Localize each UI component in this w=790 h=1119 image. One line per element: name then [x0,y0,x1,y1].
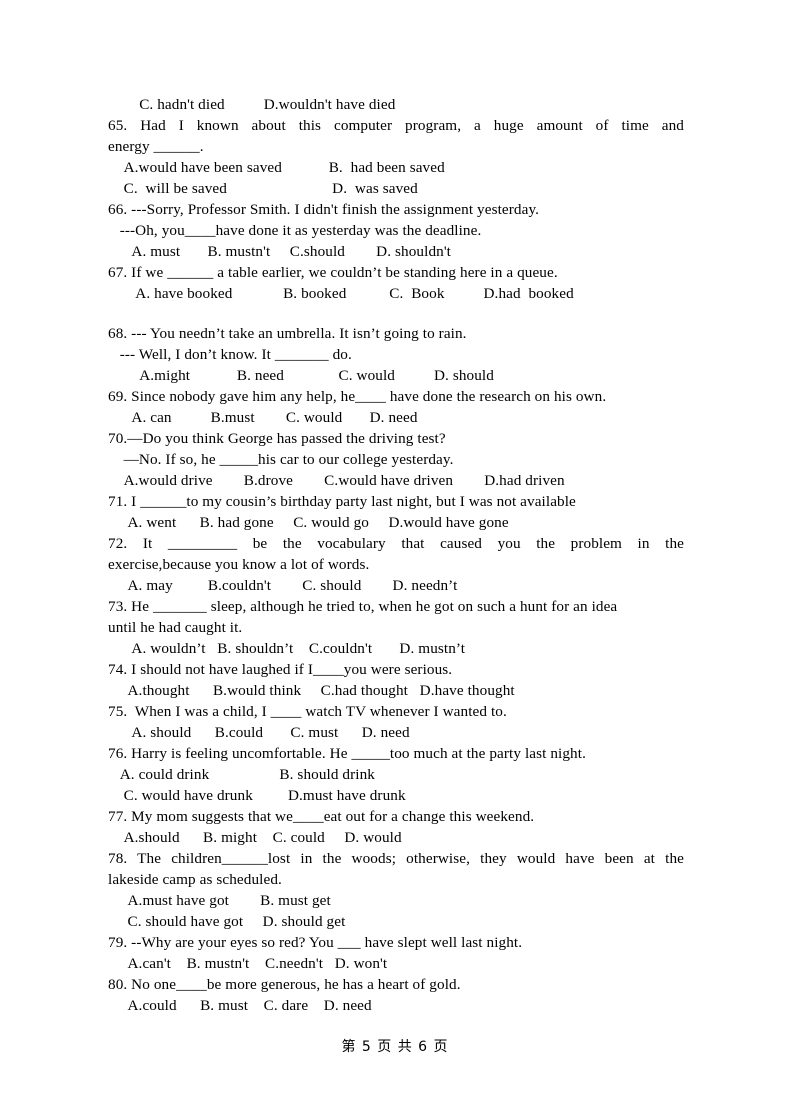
q70-stem-1: 70.—Do you think George has passed the d… [108,430,446,447]
q70-options: A.would drive B.drove C.would have drive… [108,472,565,489]
q73-stem-2: until he had caught it. [108,619,243,636]
q78-options-ab: A.must have got B. must get [108,892,331,909]
q76-options-ab: A. could drink B. should drink [108,766,375,783]
q78-stem-1: 78. The children______lost in the woods;… [108,850,684,867]
q77-options: A.should B. might C. could D. would [108,829,402,846]
q69-stem: 69. Since nobody gave him any help, he__… [108,388,607,405]
q67-stem: 67. If we ______ a table earlier, we cou… [108,264,558,281]
q77-stem: 77. My mom suggests that we____eat out f… [108,808,535,825]
q64-options-cd: C. hadn't died D.wouldn't have died [108,96,396,113]
q74-options: A.thought B.would think C.had thought D.… [108,682,515,699]
q76-options-cd: C. would have drunk D.must have drunk [108,787,406,804]
q65-options-ab: A.would have been saved B. had been save… [108,159,445,176]
q72-options: A. may B.couldn't C. should D. needn’t [108,577,458,594]
q80-stem: 80. No one____be more generous, he has a… [108,976,461,993]
q79-options: A.can't B. mustn't C.needn't D. won't [108,955,388,972]
q68-stem-1: 68. --- You needn’t take an umbrella. It… [108,325,467,342]
q68-stem-2: --- Well, I don’t know. It _______ do. [108,346,352,363]
q65-stem-2: energy ______. [108,138,204,155]
q73-options: A. wouldn’t B. shouldn’t C.couldn't D. m… [108,640,466,657]
q73-stem-1: 73. He _______ sleep, although he tried … [108,598,618,615]
q65-stem-1: 65. Had I known about this computer prog… [108,117,684,134]
q72-stem-1: 72. It _________ be the vocabulary that … [108,535,684,552]
q75-stem: 75. When I was a child, I ____ watch TV … [108,703,507,720]
q65-options-cd: C. will be saved D. was saved [108,180,418,197]
q80-options: A.could B. must C. dare D. need [108,997,372,1014]
q66-stem-2: ---Oh, you____have done it as yesterday … [108,222,482,239]
q74-stem: 74. I should not have laughed if I____yo… [108,661,453,678]
question-list: C. hadn't died D.wouldn't have died 65. H… [108,94,684,1016]
q66-options: A. must B. mustn't C.should D. shouldn't [108,243,451,260]
q72-stem-2: exercise,because you know a lot of words… [108,556,370,573]
q66-stem-1: 66. ---Sorry, Professor Smith. I didn't … [108,201,540,218]
page-footer: 第 5 页 共 6 页 [341,1039,449,1055]
q70-stem-2: —No. If so, he _____his car to our colle… [108,451,454,468]
q69-options: A. can B.must C. would D. need [108,409,418,426]
q75-options: A. should B.could C. must D. need [108,724,410,741]
q76-stem: 76. Harry is feeling uncomfortable. He _… [108,745,586,762]
q71-options: A. went B. had gone C. would go D.would … [108,514,509,531]
q79-stem: 79. --Why are your eyes so red? You ___ … [108,934,523,951]
q78-stem-2: lakeside camp as scheduled. [108,871,282,888]
q71-stem: 71. I ______to my cousin’s birthday part… [108,493,576,510]
q67-options: A. have booked B. booked C. Book D.had b… [108,285,574,302]
document-page: C. hadn't died D.wouldn't have died 65. H… [0,0,790,1119]
q68-options: A.might B. need C. would D. should [108,367,494,384]
q78-options-cd: C. should have got D. should get [108,913,346,930]
